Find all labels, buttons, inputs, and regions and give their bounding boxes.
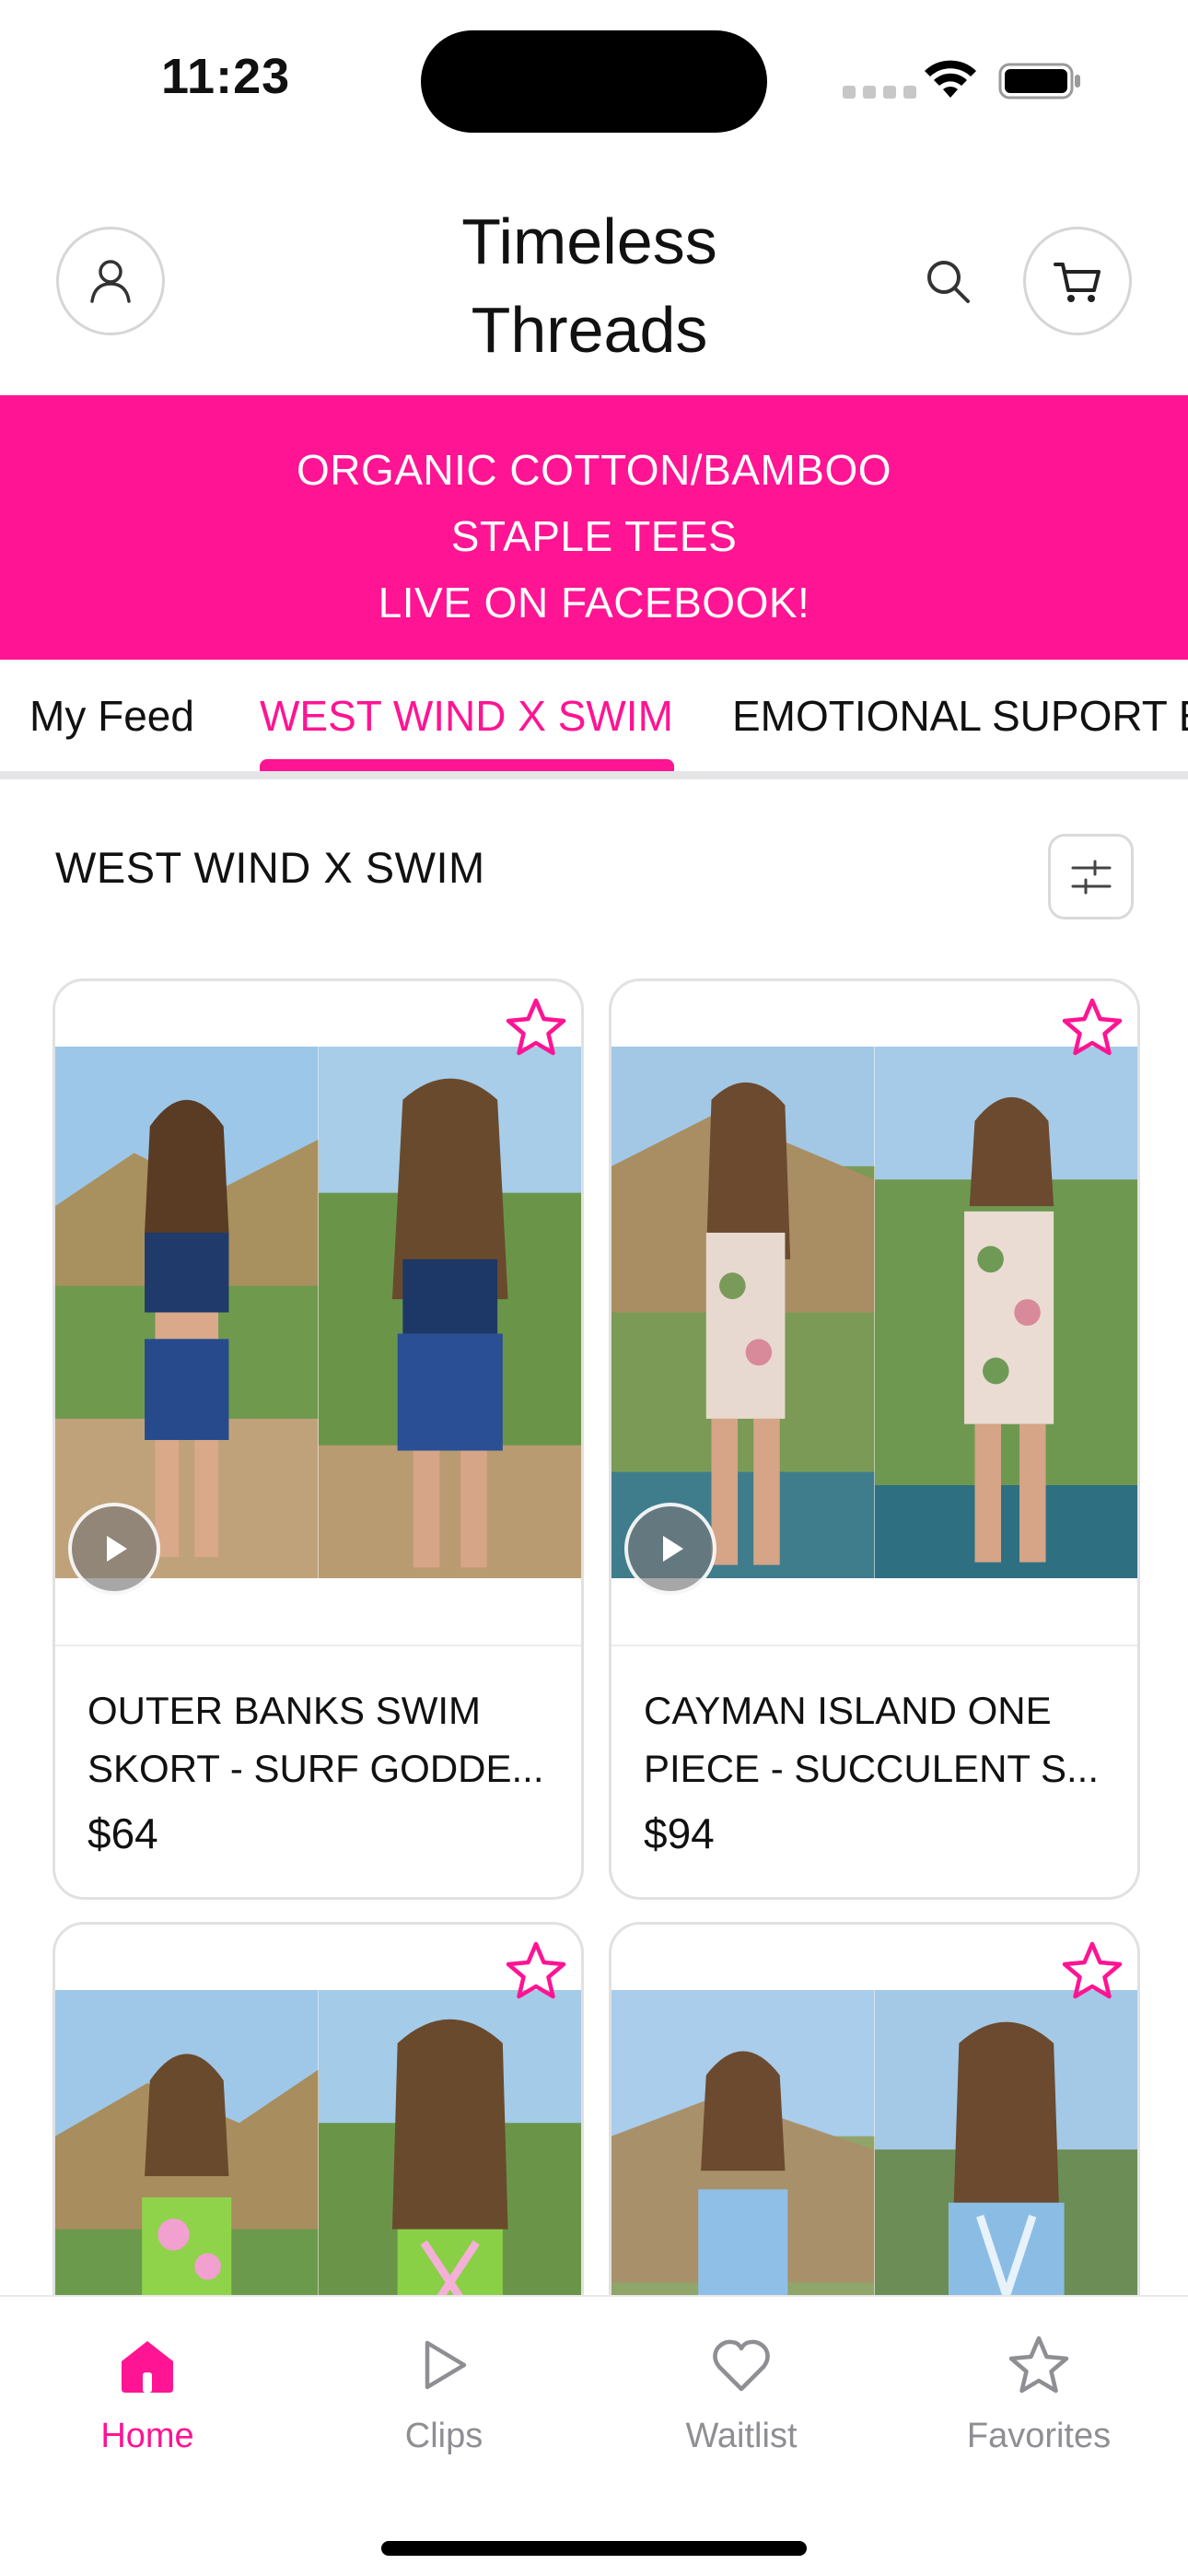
- home-icon: [122, 2341, 173, 2393]
- bottom-tab-bar: Home Clips Waitlist Favorites: [0, 2295, 1188, 2576]
- tab-west-wind-x-swim[interactable]: WEST WIND X SWIM: [260, 684, 673, 748]
- card-divider: [611, 1645, 1137, 1646]
- cart-icon: [1054, 263, 1101, 302]
- product-name-line2: PIECE - SUCCULENT S...: [644, 1747, 1099, 1790]
- nav-clips[interactable]: Clips: [329, 2334, 559, 2456]
- product-name-line1: CAYMAN ISLAND ONE: [644, 1689, 1052, 1732]
- play-icon: [425, 2340, 467, 2390]
- product-name: CAYMAN ISLAND ONE PIECE - SUCCULENT S...: [644, 1681, 1104, 1797]
- nav-home-label: Home: [100, 2417, 194, 2455]
- product-name-line1: OUTER BANKS SWIM: [87, 1689, 482, 1732]
- cart-button[interactable]: [1023, 227, 1132, 335]
- banner-line-3: LIVE ON FACEBOOK!: [378, 579, 810, 626]
- store-title: Timeless Threads: [359, 197, 820, 374]
- product-price: $64: [87, 1809, 158, 1857]
- filter-button[interactable]: [1048, 834, 1134, 919]
- product-image[interactable]: [55, 1047, 581, 1578]
- search-icon: [927, 261, 970, 303]
- store-title-line1: Timeless: [461, 205, 717, 277]
- favorite-star-icon[interactable]: [1060, 1939, 1124, 2004]
- play-video-button[interactable]: [624, 1503, 716, 1595]
- search-button[interactable]: [915, 249, 980, 313]
- user-icon: [90, 260, 131, 303]
- promo-banner[interactable]: ORGANIC COTTON/BAMBOO STAPLE TEES LIVE O…: [0, 395, 1188, 660]
- store-title-line2: Threads: [471, 294, 708, 366]
- filter-sliders-icon: [1071, 860, 1111, 894]
- play-icon: [107, 1536, 127, 1562]
- heart-icon: [713, 2339, 770, 2392]
- section-title: WEST WIND X SWIM: [55, 843, 485, 892]
- banner-line-1: ORGANIC COTTON/BAMBOO: [296, 446, 892, 494]
- home-indicator: [381, 2541, 807, 2556]
- product-card[interactable]: CAYMAN ISLAND ONE PIECE - SUCCULENT S...…: [609, 978, 1140, 1900]
- app-header: Timeless Threads: [0, 184, 1188, 396]
- dynamic-island: [421, 30, 767, 133]
- favorite-star-icon[interactable]: [504, 996, 568, 1060]
- favorite-star-icon[interactable]: [1060, 996, 1124, 1060]
- star-icon: [1008, 2336, 1069, 2394]
- banner-line-2: STAPLE TEES: [450, 512, 738, 560]
- product-name: OUTER BANKS SWIM SKORT - SURF GODDE...: [87, 1681, 548, 1797]
- card-divider: [55, 1645, 581, 1646]
- nav-favorites-label: Favorites: [966, 2417, 1112, 2455]
- battery-icon: [998, 63, 1080, 100]
- play-video-button[interactable]: [68, 1503, 160, 1595]
- tab-emotional-suport[interactable]: EMOTIONAL SUPORT E: [732, 684, 1188, 748]
- status-bar: 11:23: [0, 0, 1188, 157]
- product-name-line2: SKORT - SURF GODDE...: [87, 1747, 544, 1790]
- product-image[interactable]: [611, 1047, 1137, 1578]
- active-tab-indicator: [260, 759, 674, 771]
- play-icon: [663, 1536, 683, 1562]
- cellular-signal-icon: [843, 86, 916, 99]
- status-time: 11:23: [161, 49, 291, 104]
- category-tabs: My Feed WEST WIND X SWIM EMOTIONAL SUPOR…: [0, 660, 1188, 779]
- nav-waitlist[interactable]: Waitlist: [626, 2334, 856, 2456]
- nav-waitlist-label: Waitlist: [685, 2417, 798, 2455]
- favorite-star-icon[interactable]: [504, 1939, 568, 2004]
- nav-clips-label: Clips: [404, 2417, 483, 2455]
- profile-button[interactable]: [56, 227, 165, 335]
- nav-home[interactable]: Home: [32, 2334, 262, 2456]
- nav-favorites[interactable]: Favorites: [924, 2334, 1154, 2456]
- tab-my-feed[interactable]: My Feed: [29, 684, 194, 748]
- wifi-icon: [925, 60, 976, 98]
- product-price: $94: [644, 1809, 715, 1857]
- product-card[interactable]: OUTER BANKS SWIM SKORT - SURF GODDE... $…: [52, 978, 584, 1900]
